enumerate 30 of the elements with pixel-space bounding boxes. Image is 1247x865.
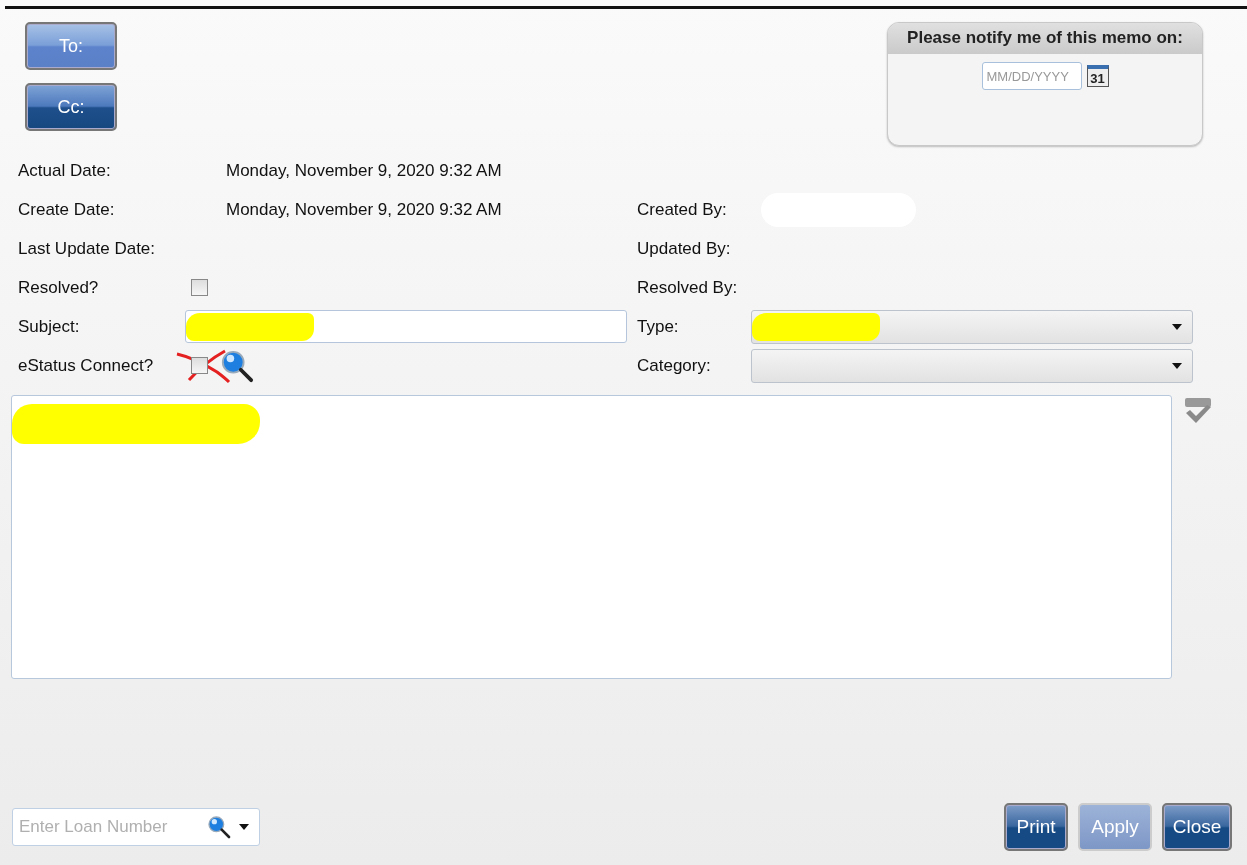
field-label: Resolved By: <box>637 277 739 298</box>
calendar-button[interactable]: 31 <box>1086 65 1109 87</box>
field-label: Updated By: <box>637 238 732 259</box>
caret-icon <box>1172 362 1182 369</box>
notify-title: Please notify me of this memo on: <box>888 23 1202 54</box>
loan-number-field[interactable]: Enter Loan Number <box>17 816 199 838</box>
date-field[interactable]: MM/DD/YYYY <box>981 62 1082 90</box>
field-value: Monday, November 9, 2020 9:32 AM <box>226 160 502 181</box>
field-value: Monday, November 9, 2020 9:32 AM <box>226 199 502 220</box>
loan-search-box[interactable]: Enter Loan Number <box>12 808 260 846</box>
field-label: Last Update Date: <box>18 238 157 259</box>
field-label: Category: <box>637 355 712 376</box>
field-label: Actual Date: <box>18 160 112 181</box>
checkbox[interactable] <box>191 357 208 374</box>
recipient-button[interactable]: Cc: <box>25 83 117 131</box>
search-icon[interactable] <box>220 348 254 383</box>
subject-field[interactable] <box>185 310 627 343</box>
dropdown[interactable] <box>751 309 1193 344</box>
field-label: Type: <box>637 316 680 337</box>
field-label: Create Date: <box>18 199 116 220</box>
field-label: Created By: <box>637 199 728 220</box>
action-button[interactable]: Print <box>1004 803 1068 851</box>
field-label: Resolved? <box>18 277 100 298</box>
field-label: eStatus Connect? <box>18 355 155 376</box>
caret-icon[interactable] <box>239 824 249 830</box>
action-button[interactable]: Close <box>1162 803 1232 851</box>
field-label: Subject: <box>18 316 81 337</box>
caret-icon <box>1172 323 1182 330</box>
search-icon[interactable] <box>207 815 231 839</box>
checkbox[interactable] <box>191 279 208 296</box>
